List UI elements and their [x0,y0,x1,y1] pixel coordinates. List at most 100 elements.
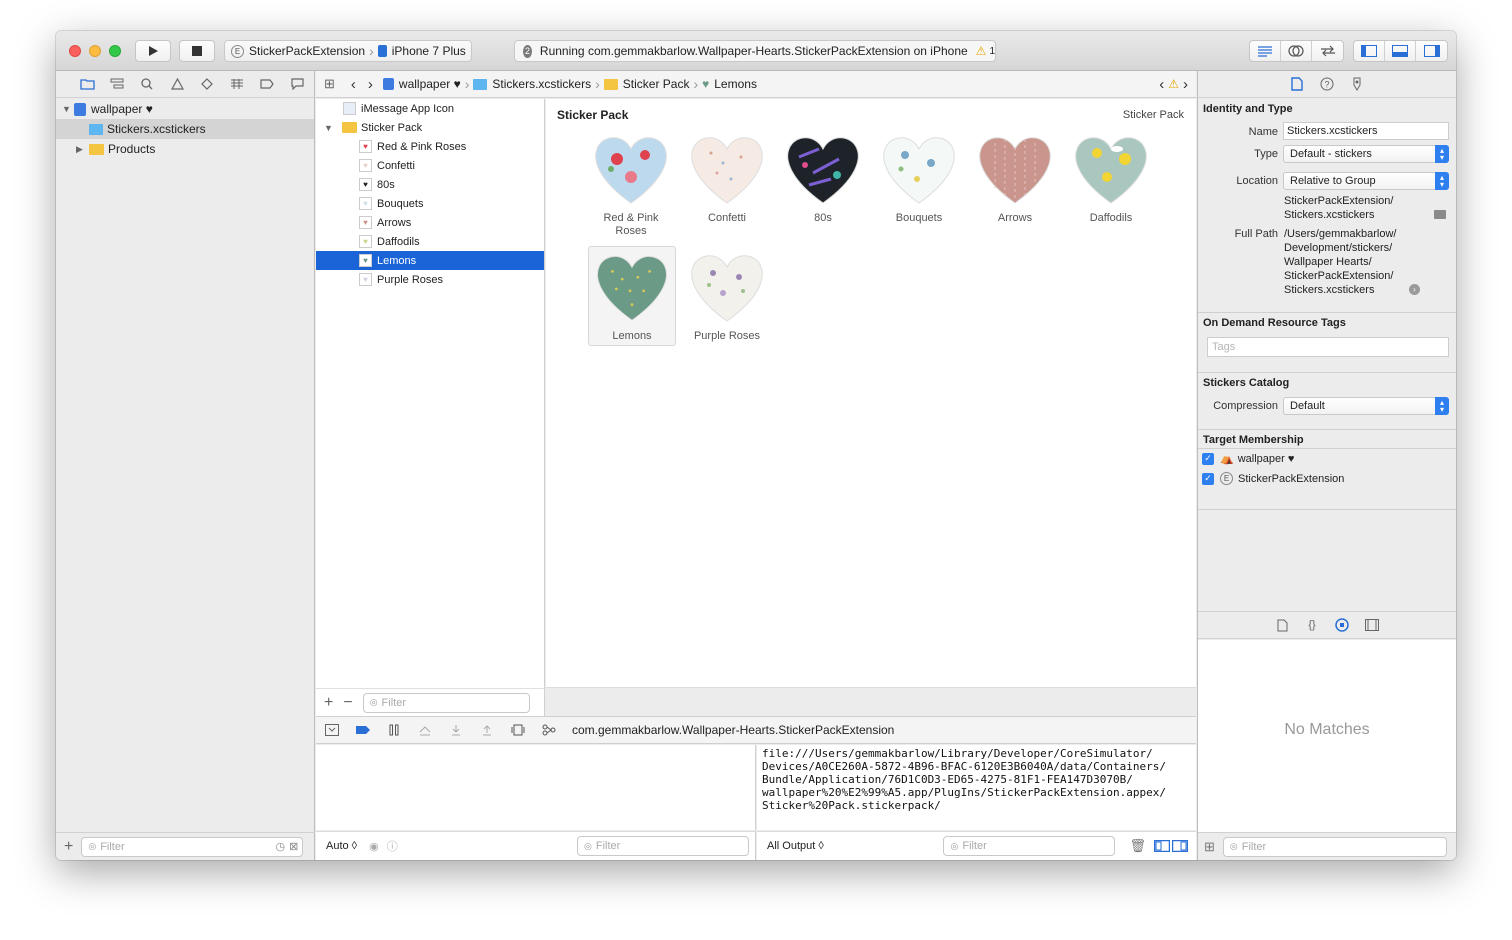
asset-item-sticker[interactable]: ♥ Bouquets [316,194,544,213]
auto-select[interactable]: Auto ◊ [326,840,357,852]
remove-icon[interactable]: − [343,694,352,712]
toggle-inspector-button[interactable] [1416,41,1447,61]
forward-icon[interactable]: › [368,76,373,93]
scheme-name[interactable]: StickerPackExtension [249,44,365,58]
breakpoints-toggle-icon[interactable] [347,725,378,735]
trash-icon[interactable]: 🗑 [1129,838,1146,854]
minimize-window-button[interactable] [89,45,101,57]
asset-item-sticker-pack[interactable]: ▼ Sticker Pack [316,118,544,137]
zoom-window-button[interactable] [109,45,121,57]
file-inspector-icon[interactable] [1288,75,1306,93]
search-icon[interactable] [132,75,162,93]
folder-icon[interactable] [1434,210,1446,219]
resource-tag-icon[interactable] [1348,75,1366,93]
grid-view-icon[interactable]: ⊞ [1204,839,1215,855]
split-left-icon[interactable] [1154,840,1170,852]
checkbox-checked-icon[interactable]: ✓ [1202,452,1214,465]
nav-item-project[interactable]: ▼ wallpaper ♥ [56,99,314,119]
split-right-icon[interactable] [1172,840,1188,852]
warning-icon[interactable]: ⚠ [1168,77,1179,91]
activity-viewer[interactable]: 2 Running com.gemmakbarlow.Wallpaper-Hea… [514,40,996,62]
step-over-icon[interactable] [409,724,440,736]
version-editor-button[interactable] [1312,41,1343,61]
console-output[interactable]: file:///Users/gemmakbarlow/Library/Devel… [757,745,1196,830]
asset-item-sticker[interactable]: ♥ Arrows [316,213,544,232]
scheme-selector[interactable]: E StickerPackExtension › iPhone 7 Plus [224,40,472,62]
file-template-icon[interactable] [1274,617,1290,633]
folder-icon[interactable] [72,75,102,93]
sticker-tile[interactable]: Arrows [971,129,1059,225]
add-icon[interactable]: + [324,694,333,712]
back-icon[interactable]: ‹ [351,76,356,93]
tags-field[interactable]: Tags [1207,337,1449,357]
asset-item-sticker[interactable]: ♥ 80s [316,175,544,194]
step-out-icon[interactable] [471,724,502,736]
sticker-tile[interactable]: 80s [779,129,867,225]
warning-icon[interactable]: ⚠ [976,44,987,58]
related-items-icon[interactable]: ⊞ [324,76,335,92]
asset-filter-input[interactable]: ◎ Filter [362,692,530,713]
pause-icon[interactable] [378,724,409,736]
sticker-tile[interactable]: Bouquets [875,129,963,225]
type-select[interactable]: Default - stickers ▴ ▾ [1283,145,1449,163]
view-debugger-icon[interactable] [502,724,533,736]
sticker-tile[interactable]: Confetti [683,129,771,225]
add-icon[interactable]: + [64,838,73,856]
standard-editor-button[interactable] [1250,41,1281,61]
step-into-icon[interactable] [440,724,471,736]
asset-item-sticker[interactable]: ♥ Red & Pink Roses [316,137,544,156]
breakpoint-icon[interactable] [252,75,282,93]
asset-item-sticker[interactable]: ♥ Confetti [316,156,544,175]
variables-filter-input[interactable]: ◎ Filter [577,836,749,856]
run-button[interactable] [135,40,171,62]
asset-item-sticker[interactable]: ♥ Daffodils [316,232,544,251]
eye-icon[interactable]: ◉ [369,840,379,853]
breadcrumb-item[interactable]: Lemons [714,77,757,91]
assistant-editor-button[interactable] [1281,41,1312,61]
help-icon[interactable]: ? [1318,75,1336,93]
disclosure-down-icon[interactable]: ▼ [62,104,72,114]
nav-item-stickers[interactable]: Stickers.xcstickers [56,119,314,139]
target-row[interactable]: ✓ ⛺ wallpaper ♥ [1202,452,1294,465]
disclosure-right-icon[interactable]: ▶ [76,144,86,155]
console-filter-input[interactable]: ◎ Filter [943,836,1116,856]
sticker-tile[interactable]: Purple Roses [683,247,771,343]
memory-graph-icon[interactable] [533,724,564,736]
process-name[interactable]: com.gemmakbarlow.Wallpaper-Hearts.Sticke… [572,723,894,737]
clock-icon[interactable]: ◷ [276,840,286,853]
asset-item-sticker-selected[interactable]: ♥ Lemons [316,251,544,270]
checkbox-checked-icon[interactable]: ✓ [1202,472,1214,485]
breadcrumb-item[interactable]: wallpaper ♥ [399,77,461,91]
reveal-arrow-icon[interactable]: › [1409,284,1420,295]
breadcrumb-item[interactable]: Stickers.xcstickers [492,77,591,91]
test-diamond-icon[interactable] [192,75,222,93]
sticker-tile[interactable]: Daffodils [1067,129,1155,225]
disclosure-down-icon[interactable]: ▼ [324,123,334,133]
hierarchy-icon[interactable] [102,75,132,93]
issue-warning-icon[interactable] [162,75,192,93]
previous-issue-icon[interactable]: ‹ [1159,76,1164,93]
nav-item-products[interactable]: ▶ Products [56,139,314,159]
device-name[interactable]: iPhone 7 Plus [392,44,466,58]
compression-select[interactable]: Default ▴ ▾ [1283,397,1449,415]
scm-filter-icon[interactable]: ⊠ [289,840,298,853]
next-issue-icon[interactable]: › [1183,76,1188,93]
stop-button[interactable] [179,40,215,62]
output-select[interactable]: All Output ◊ [767,840,824,852]
breadcrumb-item[interactable]: Sticker Pack [623,77,690,91]
report-chat-icon[interactable] [282,75,312,93]
sticker-tile-selected[interactable]: Lemons [588,246,676,346]
close-window-button[interactable] [69,45,81,57]
toggle-navigator-button[interactable] [1354,41,1385,61]
media-library-icon[interactable] [1364,617,1380,633]
target-row[interactable]: ✓ E StickerPackExtension [1202,472,1344,485]
sticker-tile[interactable]: Red & Pink Roses [587,129,675,238]
hide-debug-area-icon[interactable] [316,724,347,736]
toggle-debug-area-button[interactable] [1385,41,1416,61]
object-library-icon[interactable] [1334,617,1350,633]
name-field[interactable]: Stickers.xcstickers [1283,122,1449,140]
asset-item-imessage-icon[interactable]: iMessage App Icon [316,99,544,118]
location-select[interactable]: Relative to Group ▴ ▾ [1283,172,1449,190]
library-filter-input[interactable]: ◎ Filter [1222,836,1447,857]
info-icon[interactable]: ⓘ [387,838,398,854]
